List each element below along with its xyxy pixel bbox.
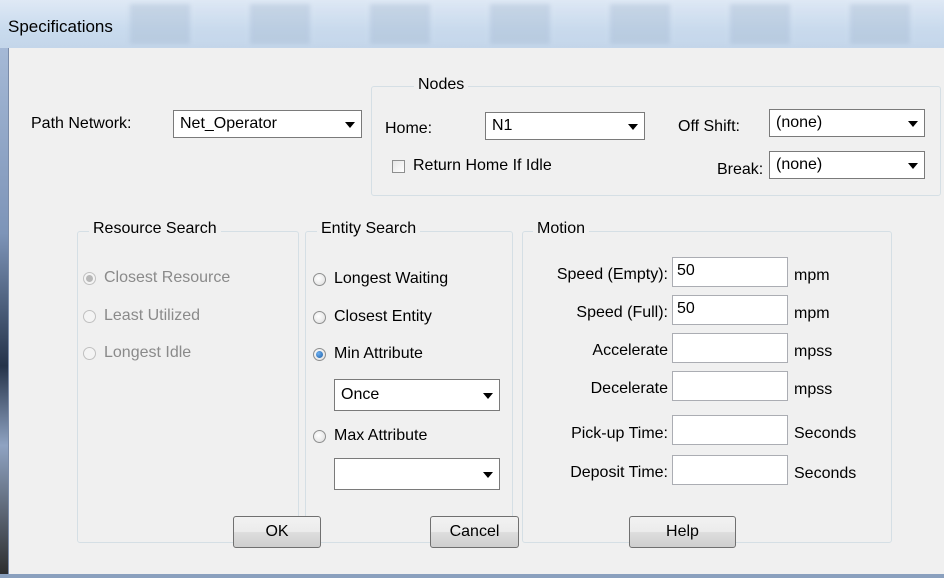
speed-empty-value: 50 xyxy=(677,262,695,279)
max-attribute-dropdown[interactable] xyxy=(334,458,500,490)
cancel-button[interactable]: Cancel xyxy=(430,516,519,548)
window-border xyxy=(0,48,8,578)
least-utilized-radio[interactable] xyxy=(83,310,96,323)
pickup-time-unit: Seconds xyxy=(794,425,857,442)
home-value: N1 xyxy=(492,117,513,134)
nodes-legend: Nodes xyxy=(414,76,469,94)
window-title: Specifications xyxy=(8,17,113,36)
longest-waiting-radio[interactable] xyxy=(313,273,326,286)
speed-full-label: Speed (Full): xyxy=(576,304,668,321)
closest-entity-label: Closest Entity xyxy=(334,308,432,325)
home-dropdown[interactable]: N1 xyxy=(485,112,645,140)
speed-full-input[interactable]: 50 xyxy=(672,295,788,325)
break-value: (none) xyxy=(776,156,823,173)
max-attribute-label: Max Attribute xyxy=(334,427,428,444)
longest-idle-radio[interactable] xyxy=(83,347,96,360)
chevron-down-icon xyxy=(345,122,355,128)
min-attribute-dropdown[interactable]: Once xyxy=(334,379,500,411)
home-label: Home: xyxy=(385,120,433,137)
longest-waiting-label: Longest Waiting xyxy=(334,270,449,287)
radio-selected-dot xyxy=(86,275,93,282)
ok-button[interactable]: OK xyxy=(233,516,321,548)
speed-full-unit: mpm xyxy=(794,305,830,322)
return-home-label: Return Home If Idle xyxy=(413,157,552,174)
break-label: Break: xyxy=(717,161,764,178)
closest-resource-radio[interactable] xyxy=(83,272,96,285)
deposit-time-unit: Seconds xyxy=(794,465,857,482)
off-shift-value: (none) xyxy=(776,114,823,131)
pickup-time-input[interactable] xyxy=(672,415,788,445)
speed-empty-label: Speed (Empty): xyxy=(556,266,668,283)
decelerate-input[interactable] xyxy=(672,371,788,401)
resource-search-legend: Resource Search xyxy=(89,220,221,238)
min-attribute-radio[interactable] xyxy=(313,348,326,361)
accelerate-input[interactable] xyxy=(672,333,788,363)
off-shift-label: Off Shift: xyxy=(678,118,740,135)
max-attribute-radio[interactable] xyxy=(313,430,326,443)
speed-full-value: 50 xyxy=(677,300,695,317)
nodes-group xyxy=(371,86,941,196)
deposit-time-label: Deposit Time: xyxy=(570,464,668,481)
least-utilized-label: Least Utilized xyxy=(104,307,201,324)
break-dropdown[interactable]: (none) xyxy=(769,151,925,179)
off-shift-dropdown[interactable]: (none) xyxy=(769,109,925,137)
deposit-time-input[interactable] xyxy=(672,455,788,485)
longest-idle-label: Longest Idle xyxy=(104,344,192,361)
chevron-down-icon xyxy=(483,472,493,478)
closest-entity-radio[interactable] xyxy=(313,311,326,324)
min-attribute-value: Once xyxy=(341,386,380,403)
window-bottom-border xyxy=(0,574,944,578)
path-network-dropdown[interactable]: Net_Operator xyxy=(173,110,362,138)
help-button[interactable]: Help xyxy=(629,516,736,548)
chevron-down-icon xyxy=(628,124,638,130)
accelerate-label: Accelerate xyxy=(592,342,668,359)
return-home-checkbox[interactable] xyxy=(392,160,405,173)
chevron-down-icon xyxy=(483,393,493,399)
specifications-dialog: Path Network: Net_Operator Nodes Home: N… xyxy=(8,48,944,578)
speed-empty-unit: mpm xyxy=(794,267,830,284)
radio-selected-dot xyxy=(316,351,323,358)
decelerate-label: Decelerate xyxy=(590,380,668,397)
entity-search-legend: Entity Search xyxy=(317,220,421,238)
closest-resource-label: Closest Resource xyxy=(104,269,231,286)
path-network-label: Path Network: xyxy=(31,115,132,132)
decelerate-unit: mpss xyxy=(794,381,833,398)
pickup-time-label: Pick-up Time: xyxy=(571,425,668,442)
background-window-blur xyxy=(130,4,944,44)
chevron-down-icon xyxy=(908,163,918,169)
min-attribute-label: Min Attribute xyxy=(334,345,423,362)
accelerate-unit: mpss xyxy=(794,343,833,360)
speed-empty-input[interactable]: 50 xyxy=(672,257,788,287)
motion-legend: Motion xyxy=(533,220,590,238)
chevron-down-icon xyxy=(908,121,918,127)
path-network-value: Net_Operator xyxy=(180,115,277,132)
